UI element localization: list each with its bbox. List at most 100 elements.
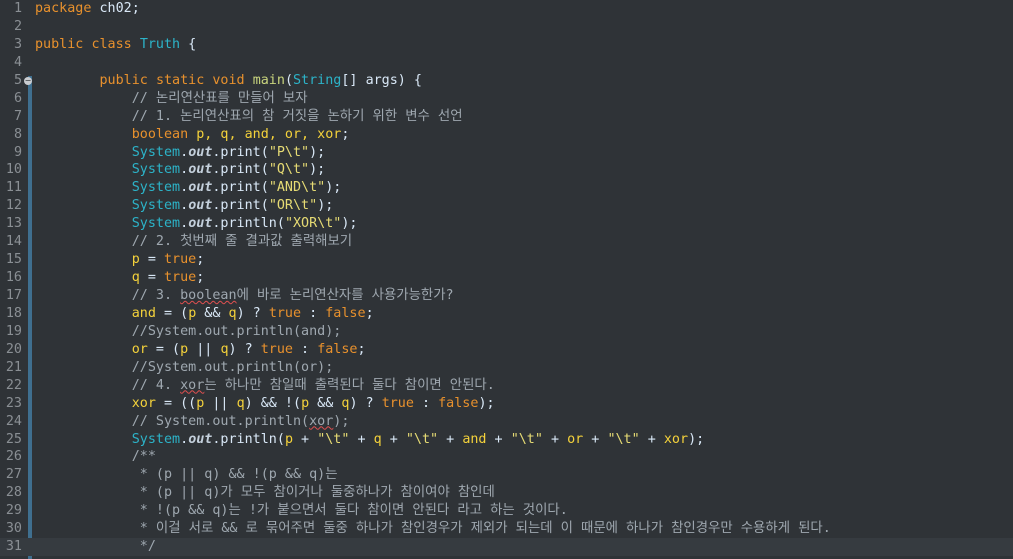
line-number: 23 [5,395,22,411]
code-token: "\t" [607,431,640,447]
code-editor[interactable]: 1 package ch02; 2 3 public class Truth {4 5− … [0,0,1013,559]
code-area[interactable]: 1 package ch02; 2 3 public class Truth {4 5− … [0,0,1013,557]
line-number: 8 [13,126,22,142]
line-number: 26 [5,449,22,465]
code-line[interactable]: 21 //System.out.println(or); [0,359,1013,377]
code-line[interactable]: 25 System.out.println(p + "\t" + q + "\t… [0,431,1013,449]
code-token: // 1. 논리연산표의 참 거짓을 논하기 위한 변수 선언 [35,108,463,124]
code-line[interactable]: 29 * !(p && q)는 !가 붙으면서 둘다 참이면 안된다 라고 하는… [0,502,1013,520]
code-token: q [236,395,245,411]
line-number: 11 [5,180,22,196]
code-token: && [196,305,229,321]
code-line[interactable]: 20 or = (p || q) ? true : false; [0,341,1013,359]
code-token: true [381,395,414,411]
code-line[interactable]: 10 System.out.print("Q\t"); [0,161,1013,179]
code-token: String [293,72,342,88]
line-number: 19 [5,323,22,339]
code-token: p [180,341,189,357]
code-token: and [131,305,156,321]
code-line[interactable]: 2 [0,18,1013,36]
code-token: q [131,270,140,286]
code-token: Truth [139,36,181,52]
code-token: && [309,395,342,411]
code-line[interactable]: 9 System.out.print("P\t"); [0,144,1013,162]
code-line[interactable]: 28 * (p || q)가 모두 참이거나 둘중하나가 참이여야 참인데 [0,484,1013,502]
code-token: xor [663,431,689,447]
code-token: xor [180,377,205,393]
code-line[interactable]: 6 // 논리연산표를 만들어 보자 [0,90,1013,108]
code-line[interactable]: 13 System.out.println("XOR\t"); [0,215,1013,233]
code-line[interactable]: 18 and = (p && q) ? true : false; [0,305,1013,323]
line-number: 31 [5,539,22,555]
code-token: true [260,341,293,357]
code-line[interactable]: 22 // 4. xor는 하나만 참일때 출력된다 둘다 참이면 안된다. [0,377,1013,395]
code-token: p [301,395,310,411]
code-token: .print( [212,180,269,196]
code-line[interactable]: 8 boolean p, q, and, or, xor; [0,126,1013,144]
code-line[interactable]: 19 //System.out.println(and); [0,323,1013,341]
code-line[interactable]: 12 System.out.print("OR\t"); [0,197,1013,215]
code-text: System.out.print("OR\t"); [35,197,334,215]
code-text: public static void main(String[] args) { [35,72,423,90]
code-token: true [268,305,302,321]
code-token: ; [357,341,366,357]
code-token: ) ? [236,305,269,321]
code-text: /** [35,448,156,466]
code-line[interactable]: 17 // 3. boolean에 바로 논리연산자를 사용가능한가? [0,287,1013,305]
code-token: "AND\t" [268,180,326,196]
code-line[interactable]: 24 // System.out.println(xor); [0,413,1013,431]
code-token: ( [284,72,293,88]
line-number: 6 [13,90,22,106]
code-line[interactable]: 1 package ch02; [0,0,1013,18]
code-text: public class Truth { [35,36,196,54]
code-line[interactable]: 5− public static void main(String[] args… [0,72,1013,90]
code-token: * !(p && q)는 !가 붙으면서 둘다 참이면 안된다 라고 하는 것이… [35,503,568,519]
code-token: + [349,431,374,447]
code-token: ); [317,198,334,214]
code-text: // 2. 첫번째 줄 결과값 출력해보기 [35,233,352,251]
code-line[interactable]: 3 public class Truth { [0,36,1013,54]
line-number: 29 [5,503,22,519]
code-token: /** [35,449,156,465]
code-line[interactable]: 26 /** [0,448,1013,466]
code-line[interactable]: 16 q = true; [0,269,1013,287]
code-token: out [188,144,213,160]
code-token: * (p || q) && !(p && q)는 [35,467,338,483]
code-token: . [180,216,189,232]
line-number: 13 [5,216,22,232]
code-token: = [139,252,164,268]
code-token: xor [131,395,156,411]
line-number: 15 [5,252,22,268]
code-token: public [35,36,84,52]
code-line[interactable]: 14 // 2. 첫번째 줄 결과값 출력해보기 [0,233,1013,251]
code-token: .println( [212,431,285,447]
code-line[interactable]: 31 */ [0,538,1013,557]
code-token: + [542,431,568,447]
code-token: System [131,180,181,196]
code-token: or [567,431,584,447]
code-token: { [180,36,197,52]
code-line[interactable]: 27 * (p || q) && !(p && q)는 [0,466,1013,484]
code-line[interactable]: 15 p = true; [0,251,1013,269]
code-token: // 4. [35,377,181,393]
code-line[interactable]: 30 * 이걸 서로 && 로 묶어주면 둘중 하나가 참인경우가 제외가 되는… [0,520,1013,538]
code-line[interactable]: 4 [0,54,1013,72]
code-text: * !(p && q)는 !가 붙으면서 둘다 참이면 안된다 라고 하는 것이… [35,502,568,520]
code-token: //System.out.println(or); [35,359,334,375]
fold-toggle-icon[interactable]: − [24,76,32,85]
code-text: System.out.print("AND\t"); [35,179,342,197]
code-line[interactable]: 23 xor = ((p || q) && !(p && q) ? true :… [0,395,1013,413]
code-line[interactable]: 7 // 1. 논리연산표의 참 거짓을 논하기 위한 변수 선언 [0,108,1013,126]
code-text: // 논리연산표를 만들어 보자 [35,90,308,108]
code-line[interactable]: 11 System.out.print("AND\t"); [0,179,1013,197]
code-token: "P\t" [268,144,310,160]
code-token: ) ? [349,395,382,411]
code-token: ); [309,162,326,178]
